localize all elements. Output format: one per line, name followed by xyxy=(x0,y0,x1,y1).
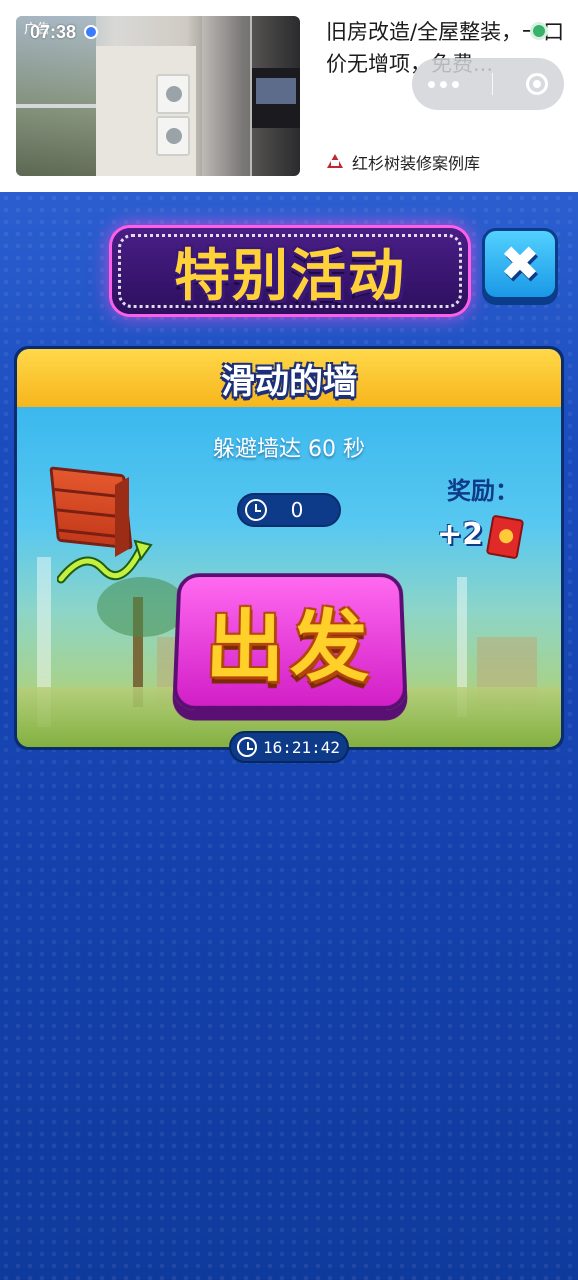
close-miniprogram-icon[interactable] xyxy=(525,73,548,95)
rising-arrow-icon xyxy=(57,539,153,584)
countdown-value: 16:21:42 xyxy=(263,737,341,757)
event-name: 滑动的墙 xyxy=(221,361,357,402)
status-time: 07:38 xyxy=(30,22,77,42)
page-title: 特别活动 xyxy=(174,243,406,309)
brand-logo-icon xyxy=(326,153,344,171)
more-menu-icon[interactable] xyxy=(428,80,460,88)
ad-source-name: 红杉树装修案例库 xyxy=(352,154,481,173)
event-card-header: 滑动的墙 xyxy=(17,349,561,407)
status-app-icon xyxy=(84,25,98,39)
event-title-banner: 特别活动 xyxy=(112,228,468,314)
mini-program-capsule xyxy=(412,58,564,110)
event-card-body: 躲避墙达 60 秒 0 奖励： +2 出发 xyxy=(17,407,561,747)
red-envelope-icon xyxy=(485,514,525,560)
best-time-display: 0 xyxy=(237,493,341,527)
event-countdown: 16:21:42 xyxy=(229,731,349,763)
start-button[interactable]: 出发 xyxy=(172,573,408,711)
ad-source[interactable]: 红杉树装修案例库 xyxy=(326,150,480,174)
start-button-label: 出发 xyxy=(204,602,376,693)
event-card: 滑动的墙 躲避墙达 60 秒 0 奖励： +2 出发 xyxy=(14,346,564,750)
close-icon: ✖ xyxy=(499,236,541,292)
best-time-value: 0 xyxy=(290,498,304,522)
close-button[interactable]: ✖ xyxy=(482,228,558,300)
clock-icon xyxy=(237,737,257,757)
event-goal: 躲避墙达 60 秒 xyxy=(213,437,365,462)
game-screen: 特别活动 ✖ 滑动的墙 躲避墙达 60 秒 0 奖励： +2 出发 16:21:… xyxy=(0,192,578,1280)
reward-label: 奖励： xyxy=(447,477,519,505)
reward-value: +2 xyxy=(437,517,484,552)
ad-indicator-icon xyxy=(530,22,548,40)
clock-icon xyxy=(245,499,267,521)
ad-banner[interactable]: 广告 07:38 旧房改造/全屋整装，一口价无增项，免费... 红杉树装修案例库 xyxy=(0,0,578,192)
